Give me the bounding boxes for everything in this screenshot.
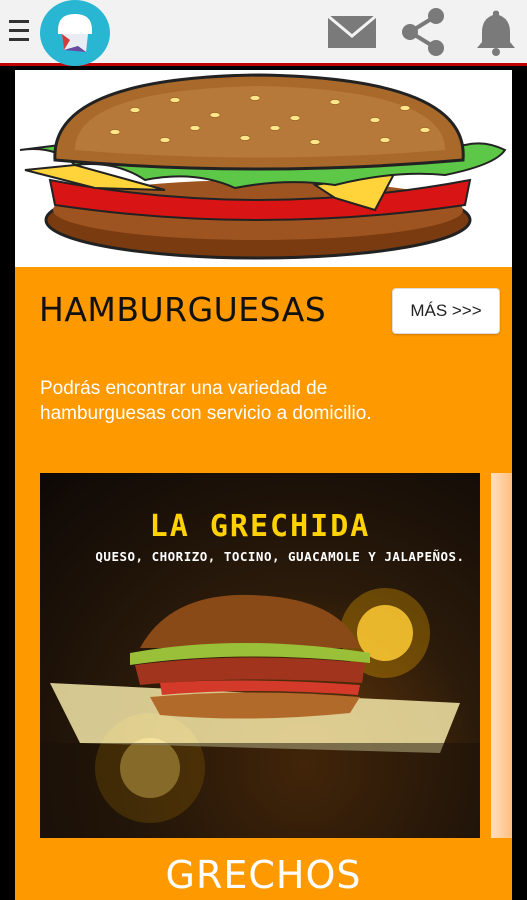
promo-subtitle: QUESO, CHORIZO, TOCINO, GUACAMOLE Y JALA… — [95, 549, 465, 564]
promo-title: LA GRECHIDA — [149, 509, 371, 544]
mail-icon[interactable] — [326, 6, 378, 58]
share-icon[interactable] — [398, 6, 450, 58]
section-description: Podrás encontrar una variedad de hamburg… — [40, 378, 372, 424]
more-button[interactable]: MÁS >>> — [392, 288, 500, 334]
section-title: HAMBURGUESAS — [39, 290, 327, 329]
category-card: HAMBURGUESAS MÁS >>> Podrás encontrar un… — [15, 70, 512, 900]
app-bar — [0, 0, 527, 66]
promo-image[interactable]: LA GRECHIDA QUESO, CHORIZO, TOCINO, GUAC… — [40, 473, 480, 838]
bell-icon[interactable] — [470, 6, 522, 58]
store-name: GRECHOS — [165, 853, 362, 897]
chef-hat-logo[interactable] — [40, 0, 110, 66]
next-promo-peek[interactable] — [491, 473, 512, 838]
burger-illustration — [15, 70, 512, 267]
hamburger-menu-icon[interactable] — [9, 20, 31, 44]
